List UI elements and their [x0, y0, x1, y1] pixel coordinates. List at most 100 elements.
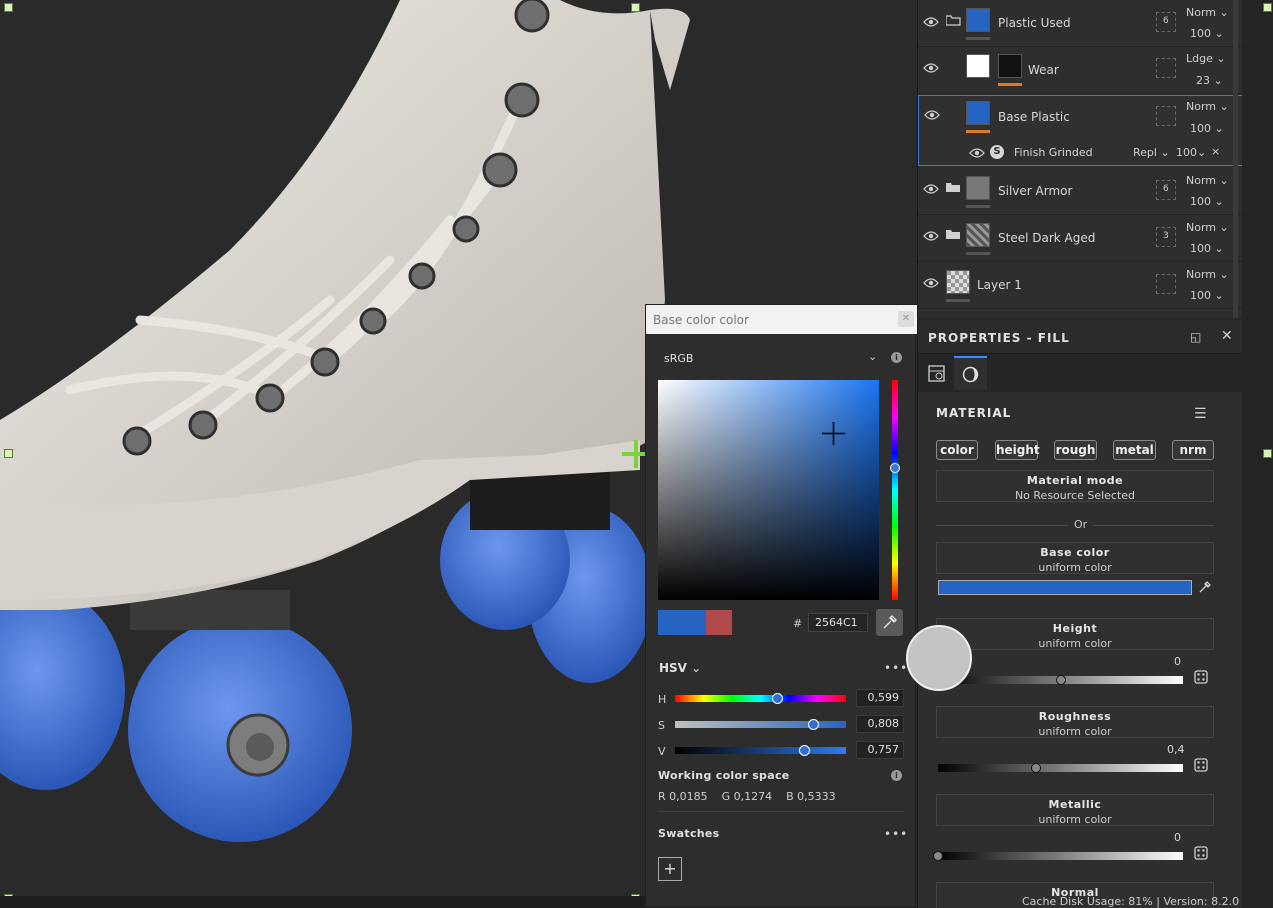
selection-handle[interactable] [1263, 449, 1272, 458]
eye-icon[interactable] [923, 63, 939, 73]
eye-icon[interactable] [923, 17, 939, 27]
effect-opacity-dropdown[interactable]: 100⌄ [1176, 146, 1206, 159]
add-swatch-button[interactable]: + [658, 857, 682, 881]
opacity-dropdown[interactable]: 100 ⌄ [1190, 289, 1224, 302]
eye-icon[interactable] [924, 110, 940, 120]
height-slider-handle[interactable] [1055, 675, 1066, 685]
hex-input[interactable]: 2564C1 [808, 613, 868, 632]
crosshair-icon[interactable] [822, 422, 845, 445]
eye-icon[interactable] [923, 184, 939, 194]
menu-list-icon[interactable]: ☰ [1194, 406, 1207, 422]
hue-slider[interactable] [675, 695, 846, 702]
blend-mode-dropdown[interactable]: Norm ⌄ [1186, 6, 1229, 19]
layer-name[interactable]: Steel Dark Aged [998, 231, 1095, 245]
hue-slider-handle[interactable] [772, 693, 784, 704]
hue-strip[interactable] [892, 380, 898, 600]
selection-handle[interactable] [631, 3, 640, 12]
dice-icon[interactable] [1194, 670, 1208, 684]
channel-button-height[interactable]: height [995, 440, 1040, 460]
eye-icon[interactable] [923, 278, 939, 288]
blend-mode-dropdown[interactable]: Norm ⌄ [1186, 100, 1229, 113]
folder-icon[interactable] [946, 229, 961, 240]
dice-icon[interactable] [1194, 758, 1208, 772]
selection-handle[interactable] [1263, 3, 1272, 12]
close-icon[interactable]: × [1211, 145, 1220, 158]
info-icon[interactable]: i [891, 770, 902, 781]
color-mode-dropdown[interactable]: HSV ⌄ [659, 661, 701, 675]
blend-mode-dropdown[interactable]: Norm ⌄ [1186, 221, 1229, 234]
effect-blend-dropdown[interactable]: Repl ⌄ [1133, 146, 1170, 159]
metallic-slider-handle[interactable] [933, 851, 943, 861]
roughness-slider-handle[interactable] [1031, 763, 1041, 773]
layer-row[interactable]: Wear Ldge ⌄ 23 ⌄ [918, 47, 1243, 94]
info-icon[interactable]: i [891, 352, 902, 363]
layer-row[interactable]: Plastic Used 6 Norm ⌄ 100 ⌄ [918, 0, 1243, 47]
eyedropper-icon[interactable] [1198, 581, 1211, 594]
layers-scrollbar[interactable] [1233, 0, 1238, 318]
selection-handle[interactable] [4, 3, 13, 12]
color-space-dropdown[interactable]: sRGB [664, 352, 693, 365]
dice-icon[interactable] [1194, 846, 1208, 860]
base-color-field[interactable]: Base color uniform color [936, 542, 1214, 574]
layer-row[interactable]: Steel Dark Aged 3 Norm ⌄ 100 ⌄ [918, 215, 1243, 262]
layer-name[interactable]: Silver Armor [998, 184, 1072, 198]
base-color-swatch[interactable] [938, 580, 1192, 595]
saturation-value-area[interactable] [658, 380, 879, 600]
mask-slot[interactable] [1156, 274, 1176, 294]
tab-settings[interactable] [920, 356, 953, 390]
roughness-slider[interactable] [938, 764, 1183, 772]
mask-slot[interactable]: 3 [1156, 227, 1176, 247]
layer-name[interactable]: Base Plastic [998, 110, 1070, 124]
folder-open-icon[interactable] [946, 15, 961, 26]
saturation-slider-handle[interactable] [808, 719, 820, 730]
layer-row-selected[interactable]: Base Plastic Norm ⌄ 100 ⌄ S Finish Grind… [918, 95, 1243, 166]
value-slider[interactable] [675, 747, 846, 754]
effect-name[interactable]: Finish Grinded [1014, 146, 1093, 159]
channel-button-metal[interactable]: metal [1113, 440, 1156, 460]
hue-value-field[interactable]: 0,599 [856, 689, 904, 707]
close-icon[interactable]: ✕ [898, 311, 914, 327]
blend-mode-dropdown[interactable]: Norm ⌄ [1186, 174, 1229, 187]
opacity-dropdown[interactable]: 23 ⌄ [1196, 74, 1223, 87]
metallic-slider[interactable] [938, 852, 1183, 860]
chevron-down-icon[interactable]: ⌄ [868, 350, 877, 363]
opacity-dropdown[interactable]: 100 ⌄ [1190, 122, 1224, 135]
hue-strip-handle[interactable] [890, 463, 900, 473]
opacity-dropdown[interactable]: 100 ⌄ [1190, 27, 1224, 40]
layer-name[interactable]: Plastic Used [998, 16, 1071, 30]
channel-button-color[interactable]: color [936, 440, 978, 460]
blend-mode-dropdown[interactable]: Ldge ⌄ [1186, 52, 1226, 65]
value-slider-handle[interactable] [799, 745, 811, 756]
material-mode-field[interactable]: Material mode No Resource Selected [936, 470, 1214, 502]
blend-mode-dropdown[interactable]: Norm ⌄ [1186, 268, 1229, 281]
undock-icon[interactable]: ◱ [1190, 330, 1201, 344]
eyedropper-button[interactable] [876, 609, 903, 636]
channel-button-nrm[interactable]: nrm [1172, 440, 1214, 460]
opacity-dropdown[interactable]: 100 ⌄ [1190, 195, 1224, 208]
eye-icon[interactable] [923, 231, 939, 241]
channel-button-rough[interactable]: rough [1054, 440, 1097, 460]
layer-row[interactable]: Layer 1 Norm ⌄ 100 ⌄ [918, 262, 1243, 309]
roughness-field[interactable]: Roughness uniform color [936, 706, 1214, 738]
more-options-icon[interactable]: ••• [884, 827, 908, 841]
saturation-value-field[interactable]: 0,808 [856, 715, 904, 733]
tab-material[interactable] [954, 356, 987, 390]
layer-name[interactable]: Wear [1028, 63, 1059, 77]
more-options-icon[interactable]: ••• [884, 661, 908, 675]
previous-color-preview[interactable] [706, 610, 732, 635]
selection-handle[interactable] [4, 449, 13, 458]
mask-slot[interactable]: 6 [1156, 180, 1176, 200]
mask-slot[interactable] [1156, 58, 1176, 78]
opacity-dropdown[interactable]: 100 ⌄ [1190, 242, 1224, 255]
dialog-title-bar[interactable]: Base color color ✕ [646, 305, 917, 334]
eye-icon[interactable] [969, 148, 985, 158]
close-icon[interactable]: ✕ [1221, 328, 1233, 344]
metallic-field[interactable]: Metallic uniform color [936, 794, 1214, 826]
layer-row[interactable]: Silver Armor 6 Norm ⌄ 100 ⌄ [918, 168, 1243, 215]
saturation-slider[interactable] [675, 721, 846, 728]
mask-slot[interactable]: 6 [1156, 12, 1176, 32]
height-field[interactable]: Height uniform color [936, 618, 1214, 650]
layer-name[interactable]: Layer 1 [977, 278, 1022, 292]
value-value-field[interactable]: 0,757 [856, 741, 904, 759]
folder-icon[interactable] [946, 182, 961, 193]
